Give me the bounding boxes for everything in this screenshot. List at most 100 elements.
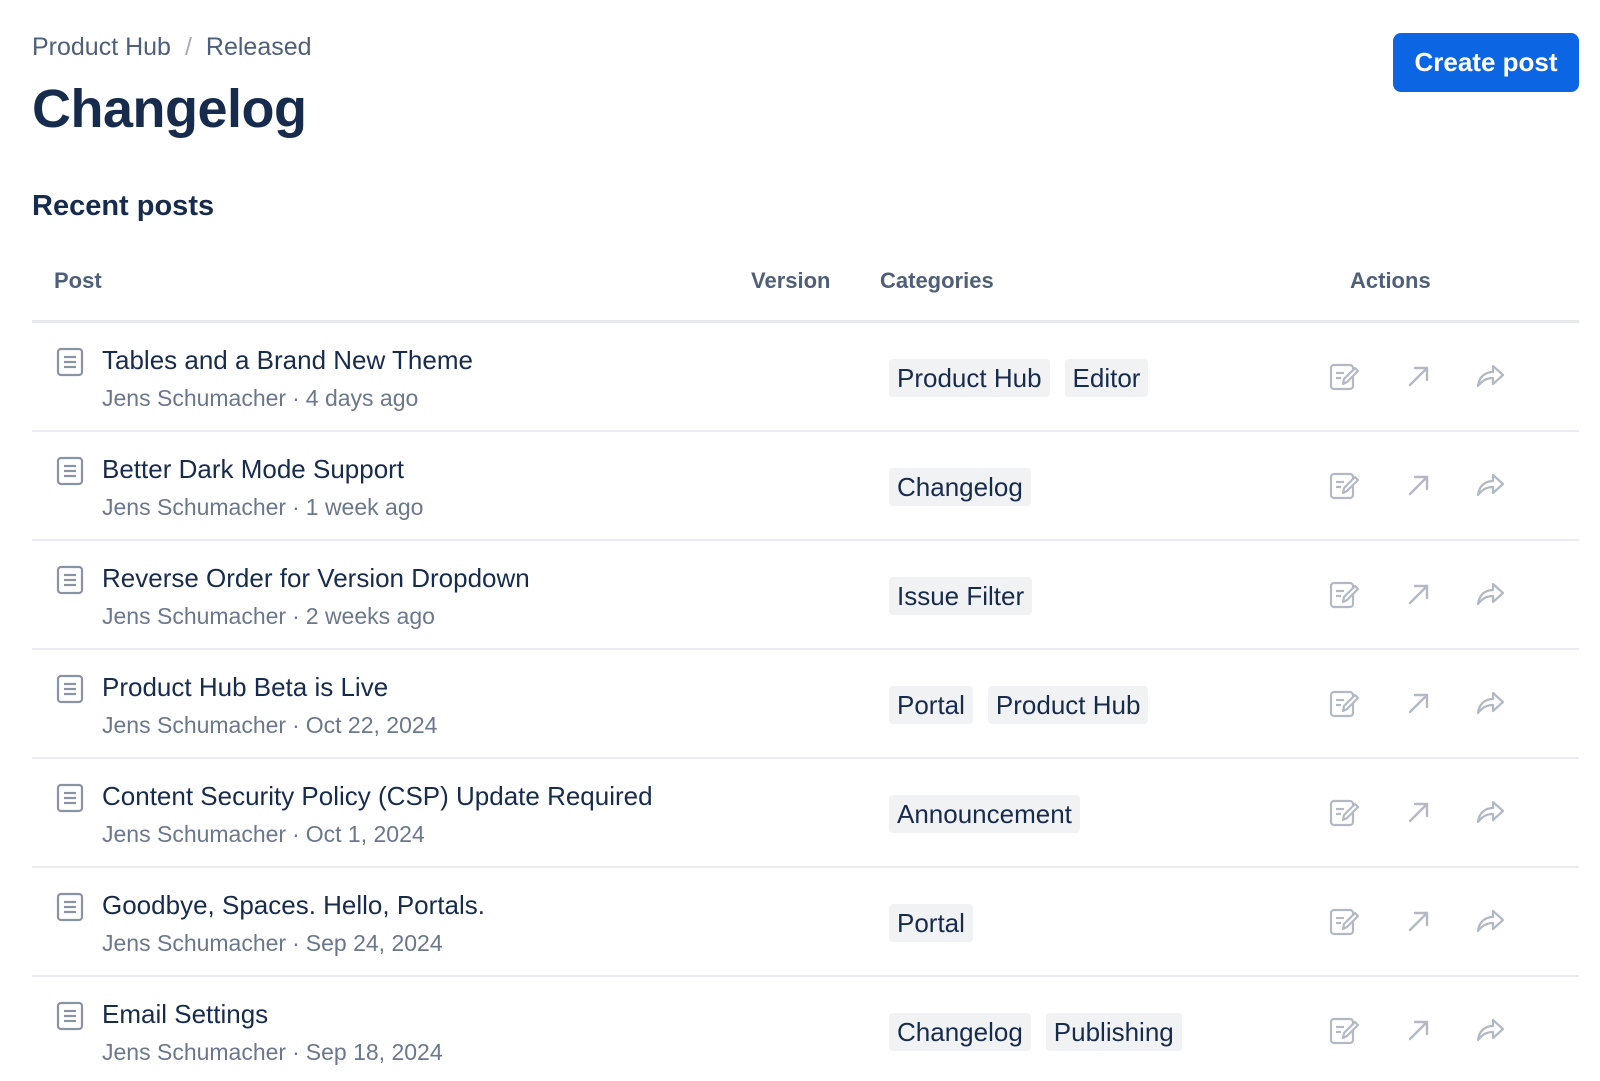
table-body: Tables and a Brand New Theme Jens Schuma… (32, 323, 1579, 1081)
create-post-button[interactable]: Create post (1393, 33, 1579, 92)
share-icon[interactable] (1473, 795, 1507, 829)
share-icon[interactable] (1473, 904, 1507, 938)
post-title[interactable]: Email Settings (102, 999, 268, 1030)
edit-icon[interactable] (1327, 1013, 1361, 1047)
post-title[interactable]: Product Hub Beta is Live (102, 672, 388, 703)
post-time: 1 week ago (305, 494, 424, 520)
category-tag[interactable]: Announcement (889, 795, 1080, 833)
category-tag[interactable]: Publishing (1045, 1013, 1182, 1051)
category-tag[interactable]: Product Hub (889, 359, 1050, 397)
open-external-icon[interactable] (1401, 686, 1435, 720)
post-categories: Changelog Publishing (889, 1013, 1182, 1051)
post-author: Jens Schumacher (102, 1039, 287, 1065)
column-header-categories: Categories (880, 268, 994, 293)
post-time: 4 days ago (305, 385, 419, 411)
post-time: Sep 24, 2024 (305, 930, 443, 956)
post-categories: Issue Filter (889, 577, 1033, 615)
table-header: Post Version Categories Actions (32, 250, 1579, 323)
category-tag[interactable]: Changelog (889, 468, 1031, 506)
edit-icon[interactable] (1327, 795, 1361, 829)
share-icon[interactable] (1473, 686, 1507, 720)
table-row[interactable]: Email Settings Jens Schumacher · Sep 18, 2… (32, 977, 1579, 1081)
post-author: Jens Schumacher (102, 385, 287, 411)
posts-table: Post Version Categories Actions Tables a… (32, 250, 1579, 1081)
breadcrumb: Product Hub / Released (32, 33, 312, 62)
open-external-icon[interactable] (1401, 577, 1435, 611)
meta-separator: · (292, 1039, 300, 1065)
table-row[interactable]: Reverse Order for Version Dropdown Jens … (32, 541, 1579, 650)
post-meta: Jens Schumacher · Sep 24, 2024 (102, 930, 443, 957)
table-row[interactable]: Goodbye, Spaces. Hello, Portals. Jens Sc… (32, 868, 1579, 977)
meta-separator: · (292, 712, 300, 738)
open-external-icon[interactable] (1401, 1013, 1435, 1047)
table-row[interactable]: Product Hub Beta is Live Jens Schumacher… (32, 650, 1579, 759)
share-icon[interactable] (1473, 1013, 1507, 1047)
category-tag[interactable]: Issue Filter (889, 577, 1033, 615)
document-icon (56, 1001, 84, 1031)
post-categories: Announcement (889, 795, 1080, 833)
post-title[interactable]: Tables and a Brand New Theme (102, 345, 473, 376)
post-categories: Portal Product Hub (889, 686, 1149, 724)
category-tag[interactable]: Changelog (889, 1013, 1031, 1051)
table-row[interactable]: Better Dark Mode Support Jens Schumacher… (32, 432, 1579, 541)
document-icon (56, 674, 84, 704)
post-meta: Jens Schumacher · Oct 22, 2024 (102, 712, 437, 739)
post-author: Jens Schumacher (102, 712, 287, 738)
post-author: Jens Schumacher (102, 603, 287, 629)
open-external-icon[interactable] (1401, 468, 1435, 502)
table-row[interactable]: Tables and a Brand New Theme Jens Schuma… (32, 323, 1579, 432)
changelog-page: Product Hub / Released Changelog Create … (0, 0, 1600, 1081)
category-tag[interactable]: Portal (889, 904, 973, 942)
meta-separator: · (292, 821, 300, 847)
share-icon[interactable] (1473, 577, 1507, 611)
post-time: Sep 18, 2024 (305, 1039, 443, 1065)
post-meta: Jens Schumacher · 1 week ago (102, 494, 423, 521)
share-icon[interactable] (1473, 359, 1507, 393)
column-header-post: Post (54, 268, 102, 293)
meta-separator: · (292, 603, 300, 629)
document-icon (56, 347, 84, 377)
document-icon (56, 892, 84, 922)
post-categories: Product Hub Editor (889, 359, 1149, 397)
edit-icon[interactable] (1327, 904, 1361, 938)
post-meta: Jens Schumacher · Sep 18, 2024 (102, 1039, 443, 1066)
post-time: 2 weeks ago (305, 603, 435, 629)
post-time: Oct 1, 2024 (305, 821, 425, 847)
meta-separator: · (292, 930, 300, 956)
document-icon (56, 783, 84, 813)
post-title[interactable]: Goodbye, Spaces. Hello, Portals. (102, 890, 485, 921)
document-icon (56, 456, 84, 486)
document-icon (56, 565, 84, 595)
table-row[interactable]: Content Security Policy (CSP) Update Req… (32, 759, 1579, 868)
page-title: Changelog (32, 79, 307, 139)
category-tag[interactable]: Editor (1064, 359, 1149, 397)
open-external-icon[interactable] (1401, 795, 1435, 829)
category-tag[interactable]: Product Hub (987, 686, 1149, 724)
post-categories: Changelog (889, 468, 1031, 506)
meta-separator: · (292, 494, 300, 520)
breadcrumb-item-product-hub[interactable]: Product Hub (32, 33, 171, 62)
post-categories: Portal (889, 904, 973, 942)
edit-icon[interactable] (1327, 468, 1361, 502)
post-meta: Jens Schumacher · 4 days ago (102, 385, 418, 412)
category-tag[interactable]: Portal (889, 686, 973, 724)
edit-icon[interactable] (1327, 359, 1361, 393)
breadcrumb-separator: / (184, 33, 192, 61)
post-meta: Jens Schumacher · 2 weeks ago (102, 603, 435, 630)
post-title[interactable]: Reverse Order for Version Dropdown (102, 563, 530, 594)
breadcrumb-item-released[interactable]: Released (206, 33, 312, 62)
section-title: Recent posts (32, 190, 215, 222)
meta-separator: · (292, 385, 300, 411)
post-meta: Jens Schumacher · Oct 1, 2024 (102, 821, 425, 848)
share-icon[interactable] (1473, 468, 1507, 502)
column-header-version: Version (751, 268, 831, 293)
post-title[interactable]: Content Security Policy (CSP) Update Req… (102, 781, 653, 812)
post-author: Jens Schumacher (102, 821, 287, 847)
post-author: Jens Schumacher (102, 930, 287, 956)
post-title[interactable]: Better Dark Mode Support (102, 454, 404, 485)
open-external-icon[interactable] (1401, 904, 1435, 938)
open-external-icon[interactable] (1401, 359, 1435, 393)
edit-icon[interactable] (1327, 577, 1361, 611)
post-time: Oct 22, 2024 (305, 712, 438, 738)
edit-icon[interactable] (1327, 686, 1361, 720)
